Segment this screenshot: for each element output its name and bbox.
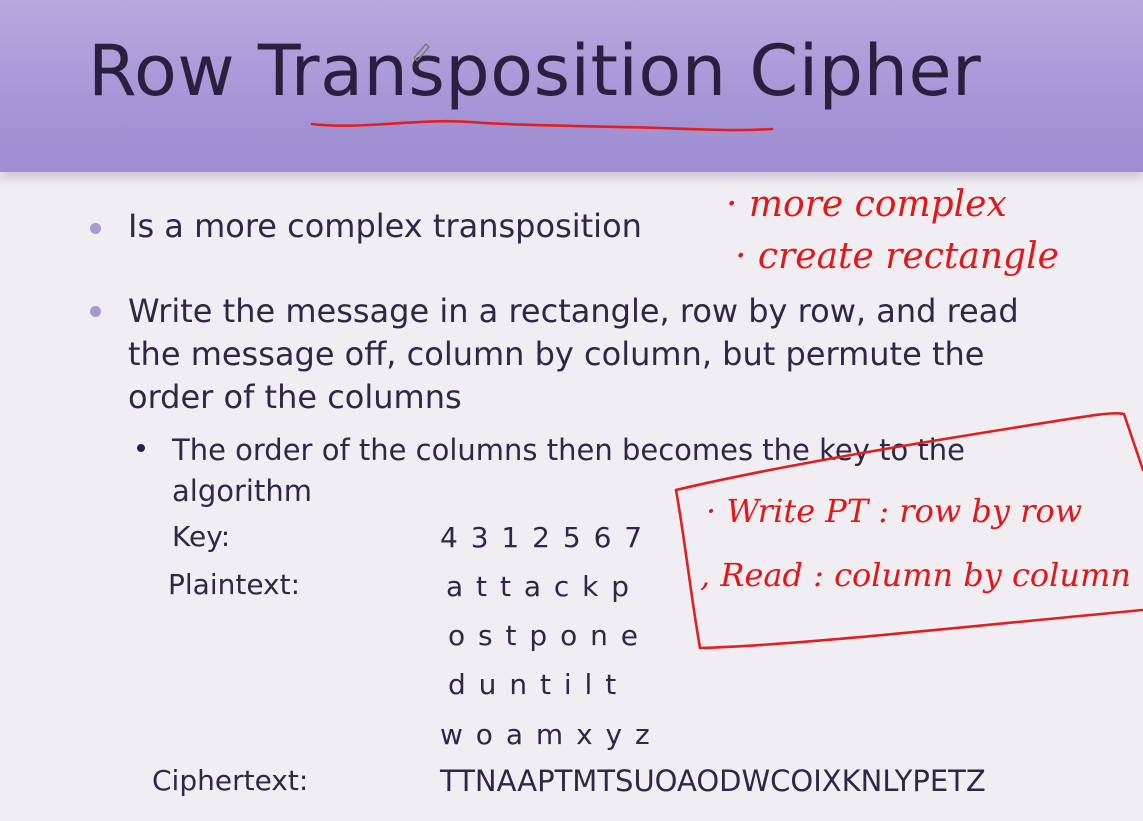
bullet-2-text: Write the message in a rectangle, row by…: [128, 290, 1019, 419]
key-value: 4 3 1 2 5 6 7: [440, 521, 645, 554]
key-label: Key:: [172, 520, 231, 553]
bullet-2-line: order of the columns: [128, 378, 462, 416]
plaintext-label: Plaintext:: [168, 568, 301, 601]
note-create-rectangle: · create rectangle: [735, 236, 1059, 277]
sub-bullet-line: algorithm: [172, 474, 312, 508]
sub-bullet-dot: [137, 444, 145, 452]
plaintext-row: d u n t i l t: [448, 668, 619, 701]
sub-bullet-line: The order of the columns then becomes th…: [172, 433, 966, 467]
bullet-1-text: Is a more complex transposition: [128, 207, 642, 245]
note-read-column: , Read : column by column: [700, 556, 1131, 594]
bullet-2-line: the message off, column by column, but p…: [128, 335, 985, 373]
bullet-dot: [90, 223, 101, 234]
note-more-complex: · more complex: [726, 184, 1007, 225]
sub-bullet-text: The order of the columns then becomes th…: [172, 430, 965, 512]
plaintext-row: o s t p o n e: [448, 619, 640, 652]
bullet-dot: [90, 306, 101, 317]
ciphertext-label: Ciphertext:: [152, 764, 309, 797]
plaintext-row: a t t a c k p: [446, 570, 632, 603]
bullet-2-line: Write the message in a rectangle, row by…: [128, 292, 1019, 330]
plaintext-row: w o a m x y z: [440, 718, 652, 751]
ciphertext-value: TTNAAPTMTSUOAODWCOIXKNLYPETZ: [440, 764, 986, 798]
slide-title: Row Transposition Cipher: [88, 30, 982, 112]
